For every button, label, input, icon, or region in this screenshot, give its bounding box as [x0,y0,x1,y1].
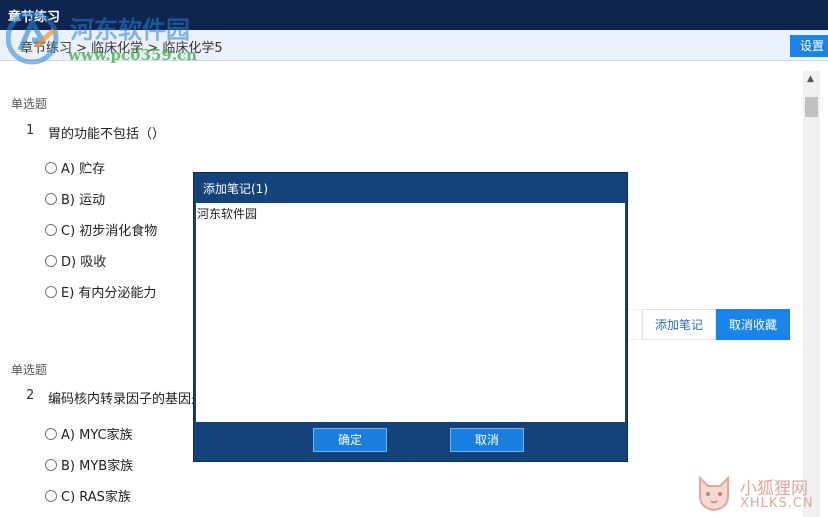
option-b[interactable]: B) MYB家族 [45,455,133,474]
option-e[interactable]: E) 有内分泌能力 [45,282,156,301]
unfavorite-button[interactable]: 取消收藏 [716,309,791,340]
watermark-name: 河东软件园 [70,15,190,44]
option-label: B) MYB家族 [61,459,134,474]
radio-button[interactable] [45,223,57,236]
radio-button[interactable] [45,254,57,267]
add-note-button[interactable]: 添加笔记 [642,309,717,340]
radio-button[interactable] [45,285,57,298]
option-a[interactable]: A) 贮存 [45,158,105,177]
option-d[interactable]: D) 吸收 [45,251,106,270]
radio-button[interactable] [45,161,57,174]
fox-logo-icon [699,475,729,512]
settings-button[interactable]: 设置 [790,35,828,57]
option-label: E) 有内分泌能力 [61,286,157,301]
option-label: D) 吸收 [61,255,107,270]
option-label: C) 初步消化食物 [61,224,158,239]
add-note-dialog: 添加笔记(1) 河东软件园 确定 取消 [194,173,627,461]
note-textarea[interactable]: 河东软件园 [196,203,625,422]
question-type: 单选题 [11,363,48,377]
vertical-scrollbar[interactable]: ▲ [803,71,820,517]
radio-button[interactable] [45,427,57,440]
radio-button[interactable] [45,458,57,471]
option-label: A) 贮存 [61,162,106,177]
option-label: B) 运动 [61,193,106,208]
option-label: A) MYC家族 [61,428,133,443]
option-c[interactable]: C) 初步消化食物 [45,220,157,239]
question-number: 1 [26,123,35,138]
option-b[interactable]: B) 运动 [45,189,105,208]
watermark-url: www.pc0359.cn [68,46,198,64]
cancel-button[interactable]: 取消 [450,428,524,452]
question-text: 胃的功能不包括（） [48,127,166,142]
scroll-thumb[interactable] [805,97,818,117]
option-label: C) RAS家族 [61,490,131,505]
question-type: 单选题 [11,97,48,111]
option-a[interactable]: A) MYC家族 [45,424,133,443]
corner-watermark: 小狐狸网 XHLKS.CN [690,470,828,517]
scroll-up-arrow-icon[interactable]: ▲ [807,74,814,84]
watermark-logo-icon [6,11,59,65]
option-c[interactable]: C) RAS家族 [45,486,131,505]
dialog-title: 添加笔记(1) [203,182,268,196]
confirm-button[interactable]: 确定 [313,428,387,452]
question-number: 2 [26,388,35,403]
radio-button[interactable] [45,489,57,502]
radio-button[interactable] [45,192,57,205]
brand-url: XHLKS.CN [740,496,814,511]
